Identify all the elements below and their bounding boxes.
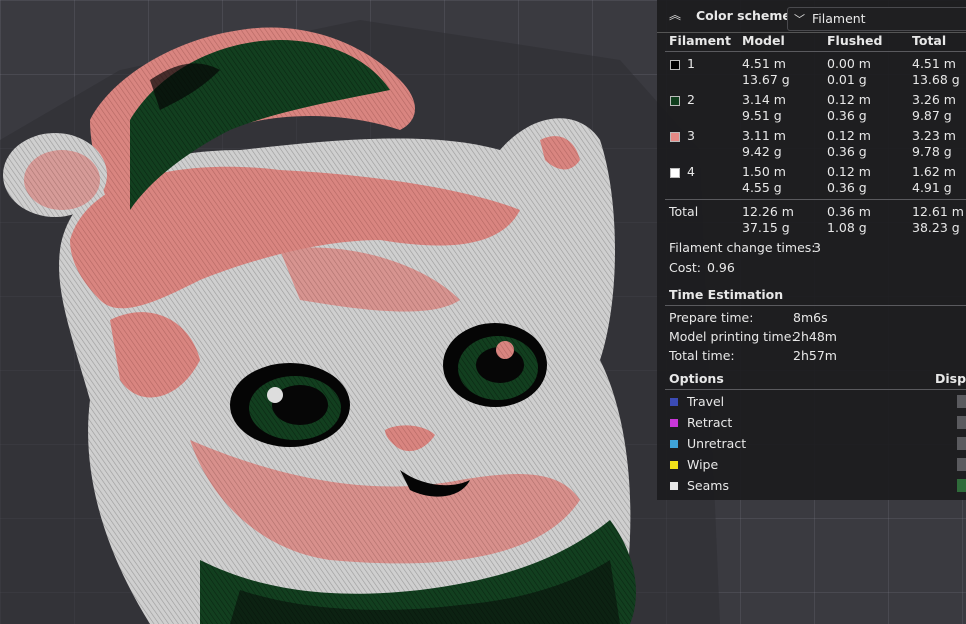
total-length: 3.23 m [912,128,956,143]
collapse-chevron-icon[interactable]: ︽ [669,8,685,22]
total-time-value: 2h57m [793,348,837,363]
divider [665,199,966,200]
flushed-weight: 0.36 g [827,180,867,195]
filament-id: 1 [687,56,695,71]
filament-swatch-3 [670,132,680,142]
legend-header: ︽ Color scheme ﹀ Filament [657,0,966,33]
option-label: Seams [687,478,729,493]
total-flushed-length: 0.36 m [827,204,871,219]
model-weight: 4.55 g [742,180,782,195]
travel-swatch [670,398,678,406]
flushed-length: 0.12 m [827,92,871,107]
seams-checkbox[interactable] [957,479,966,492]
retract-checkbox[interactable] [957,416,966,429]
divider [665,305,966,306]
options-heading: Options [669,371,724,386]
filament-change-value: 3 [813,240,821,255]
model-weight: 13.67 g [742,72,790,87]
model-weight: 9.51 g [742,108,782,123]
prepare-time-label: Prepare time: [669,310,754,325]
total-length: 3.26 m [912,92,956,107]
flushed-weight: 0.36 g [827,108,867,123]
total-weight: 4.91 g [912,180,952,195]
total-label: Total [669,204,699,219]
total-weight: 13.68 g [912,72,960,87]
total-weight: 9.87 g [912,108,952,123]
flushed-length: 0.00 m [827,56,871,71]
filament-id: 3 [687,128,695,143]
col-model: Model [742,33,785,48]
col-filament: Filament [669,33,731,48]
model-weight: 9.42 g [742,144,782,159]
model-length: 3.11 m [742,128,786,143]
prepare-time-value: 8m6s [793,310,828,325]
model-length: 4.51 m [742,56,786,71]
filament-change-label: Filament change times: [669,240,816,255]
display-heading: Displ [935,371,966,386]
model-length: 1.50 m [742,164,786,179]
filament-swatch-2 [670,96,680,106]
total-length: 4.51 m [912,56,956,71]
chevron-down-icon: ﹀ [794,13,805,26]
option-label: Wipe [687,457,719,472]
color-scheme-value: Filament [812,11,866,26]
total-time-label: Total time: [669,348,735,363]
option-label: Unretract [687,436,747,451]
flushed-length: 0.12 m [827,128,871,143]
seams-swatch [670,482,678,490]
divider [665,51,966,52]
total-flushed-weight: 1.08 g [827,220,867,235]
total-model-weight: 37.15 g [742,220,790,235]
flushed-weight: 0.01 g [827,72,867,87]
model-length: 3.14 m [742,92,786,107]
wipe-swatch [670,461,678,469]
wipe-checkbox[interactable] [957,458,966,471]
filament-id: 4 [687,164,695,179]
unretract-swatch [670,440,678,448]
cost-label: Cost: [669,260,702,275]
option-label: Retract [687,415,733,430]
option-label: Travel [687,394,725,409]
retract-swatch [670,419,678,427]
grand-total-weight: 38.23 g [912,220,960,235]
divider [665,389,966,390]
travel-checkbox[interactable] [957,395,966,408]
model-printing-time-label: Model printing time: [669,329,796,344]
total-length: 1.62 m [912,164,956,179]
flushed-length: 0.12 m [827,164,871,179]
unretract-checkbox[interactable] [957,437,966,450]
filament-id: 2 [687,92,695,107]
total-weight: 9.78 g [912,144,952,159]
color-scheme-label: Color scheme [696,8,791,23]
total-model-length: 12.26 m [742,204,794,219]
cost-value: 0.96 [707,260,735,275]
time-estimation-heading: Time Estimation [669,287,784,302]
col-flushed: Flushed [827,33,883,48]
col-total: Total [912,33,947,48]
model-printing-time-value: 2h48m [793,329,837,344]
filament-swatch-4 [670,168,680,178]
color-scheme-dropdown[interactable]: ﹀ Filament [787,7,966,31]
grand-total-length: 12.61 m [912,204,964,219]
flushed-weight: 0.36 g [827,144,867,159]
legend-panel: ︽ Color scheme ﹀ Filament Filament Model… [657,0,966,500]
filament-swatch-1 [670,60,680,70]
